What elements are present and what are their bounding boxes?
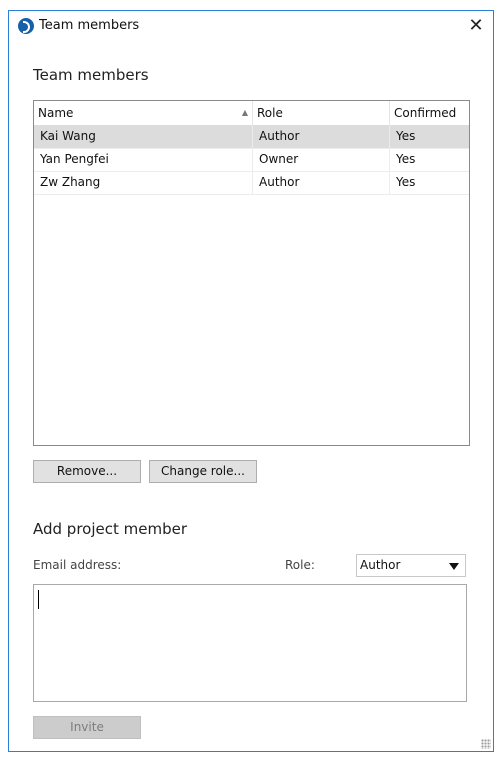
role-select[interactable]: Author <box>356 554 466 577</box>
member-confirmed: Yes <box>396 175 416 189</box>
column-header-label: Role <box>257 106 283 120</box>
team-members-heading: Team members <box>33 66 149 84</box>
table-row[interactable]: Zw Zhang Author Yes <box>34 171 469 195</box>
member-confirmed: Yes <box>396 129 416 143</box>
change-role-button[interactable]: Change role... <box>149 460 257 483</box>
email-input[interactable] <box>33 584 467 702</box>
app-logo-icon <box>18 18 34 34</box>
invite-button[interactable]: Invite <box>33 716 141 739</box>
column-header-label: Name <box>38 106 74 120</box>
window-title: Team members <box>39 18 140 33</box>
member-name: Yan Pengfei <box>34 148 253 171</box>
role-select-value: Author <box>360 558 401 572</box>
member-role: Owner <box>253 148 390 171</box>
close-button[interactable]: ✕ <box>463 14 489 38</box>
role-label: Role: <box>285 558 315 572</box>
team-members-dialog: Team members ✕ Team members Name ▲ Role … <box>8 10 494 752</box>
sort-ascending-icon: ▲ <box>241 108 248 117</box>
member-role: Author <box>253 171 390 194</box>
email-label: Email address: <box>33 558 122 572</box>
add-member-heading: Add project member <box>33 520 188 538</box>
column-header-name[interactable]: Name ▲ <box>34 101 253 125</box>
table-row[interactable]: Yan Pengfei Owner Yes <box>34 148 469 172</box>
member-confirmed: Yes <box>396 152 416 166</box>
member-name: Zw Zhang <box>34 171 253 194</box>
chevron-down-icon <box>449 563 459 570</box>
resize-grip-icon[interactable] <box>481 739 491 749</box>
table-row[interactable]: Kai Wang Author Yes <box>34 125 469 149</box>
text-cursor <box>38 590 39 609</box>
list-header: Name ▲ Role Confirmed <box>34 101 469 126</box>
member-role: Author <box>253 125 390 148</box>
column-header-label: Confirmed <box>394 106 457 120</box>
column-header-role[interactable]: Role <box>253 101 390 125</box>
members-list[interactable]: Name ▲ Role Confirmed Kai Wang Author Ye… <box>33 100 470 446</box>
column-header-confirmed[interactable]: Confirmed <box>390 101 469 125</box>
title-bar: Team members ✕ <box>9 11 493 41</box>
member-name: Kai Wang <box>34 125 253 148</box>
remove-button[interactable]: Remove... <box>33 460 141 483</box>
